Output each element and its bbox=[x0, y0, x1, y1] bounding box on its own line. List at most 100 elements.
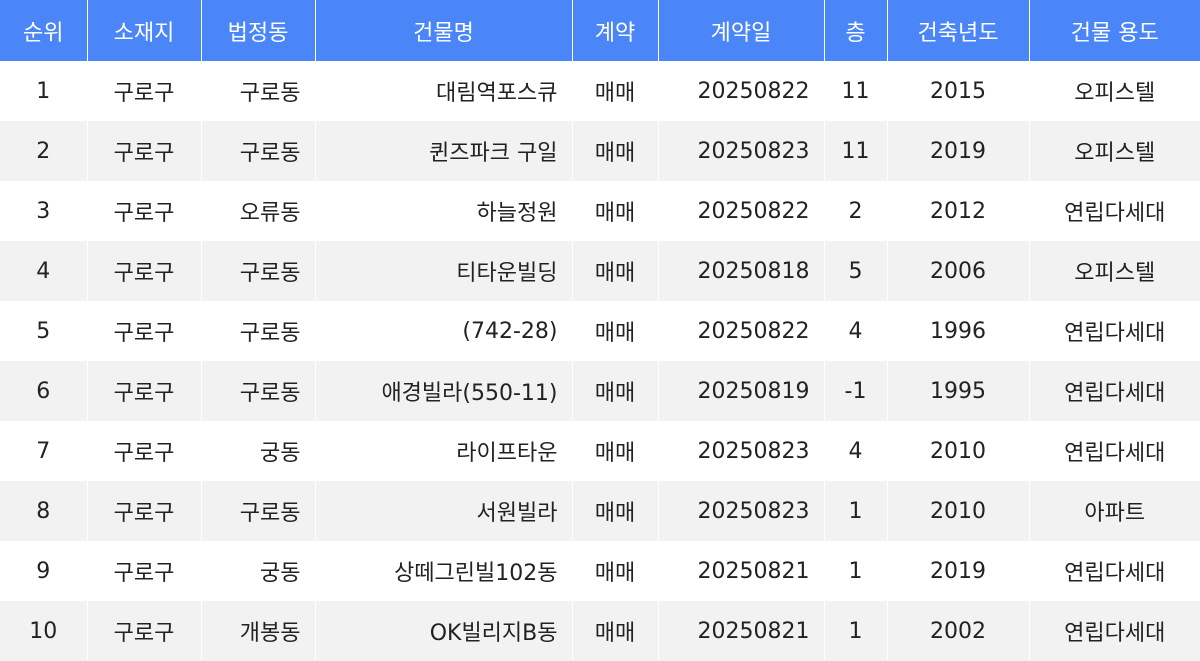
cell-legal-dong: 궁동 bbox=[201, 421, 316, 481]
cell-contract-date: 20250821 bbox=[658, 541, 825, 601]
header-contract: 계약 bbox=[572, 0, 659, 61]
cell-building-name: OK빌리지B동 bbox=[315, 601, 573, 661]
cell-building-use: 연립다세대 bbox=[1029, 181, 1200, 241]
cell-contract: 매매 bbox=[572, 241, 659, 301]
cell-location: 구로구 bbox=[87, 301, 202, 361]
cell-contract-date: 20250819 bbox=[658, 361, 825, 421]
cell-rank: 2 bbox=[0, 121, 88, 181]
cell-building-use: 연립다세대 bbox=[1029, 301, 1200, 361]
table-row: 3 구로구 오류동 하늘정원 매매 20250822 2 2012 연립다세대 bbox=[0, 181, 1200, 241]
cell-contract-date: 20250818 bbox=[658, 241, 825, 301]
cell-location: 구로구 bbox=[87, 421, 202, 481]
cell-build-year: 2010 bbox=[887, 481, 1030, 541]
cell-building-name: 서원빌라 bbox=[315, 481, 573, 541]
cell-building-name: 티타운빌딩 bbox=[315, 241, 573, 301]
cell-building-name: 애경빌라(550-11) bbox=[315, 361, 573, 421]
cell-rank: 9 bbox=[0, 541, 88, 601]
header-build-year: 건축년도 bbox=[887, 0, 1030, 61]
cell-contract: 매매 bbox=[572, 601, 659, 661]
cell-contract: 매매 bbox=[572, 61, 659, 121]
cell-build-year: 2015 bbox=[887, 61, 1030, 121]
cell-building-name: 대림역포스큐 bbox=[315, 61, 573, 121]
cell-build-year: 1995 bbox=[887, 361, 1030, 421]
cell-location: 구로구 bbox=[87, 181, 202, 241]
cell-legal-dong: 오류동 bbox=[201, 181, 316, 241]
cell-building-use: 오피스텔 bbox=[1029, 61, 1200, 121]
cell-legal-dong: 구로동 bbox=[201, 481, 316, 541]
cell-contract-date: 20250823 bbox=[658, 421, 825, 481]
cell-contract-date: 20250823 bbox=[658, 121, 825, 181]
table-row: 2 구로구 구로동 퀸즈파크 구일 매매 20250823 11 2019 오피스텔 bbox=[0, 121, 1200, 181]
cell-floor: 5 bbox=[824, 241, 888, 301]
cell-floor: 2 bbox=[824, 181, 888, 241]
cell-contract: 매매 bbox=[572, 361, 659, 421]
cell-building-use: 오피스텔 bbox=[1029, 121, 1200, 181]
cell-building-use: 연립다세대 bbox=[1029, 541, 1200, 601]
header-floor: 층 bbox=[824, 0, 888, 61]
cell-build-year: 2006 bbox=[887, 241, 1030, 301]
cell-building-name: (742-28) bbox=[315, 301, 573, 361]
cell-contract: 매매 bbox=[572, 541, 659, 601]
cell-floor: 1 bbox=[824, 541, 888, 601]
cell-contract: 매매 bbox=[572, 181, 659, 241]
table-row: 1 구로구 구로동 대림역포스큐 매매 20250822 11 2015 오피스텔 bbox=[0, 61, 1200, 121]
cell-legal-dong: 구로동 bbox=[201, 61, 316, 121]
table-row: 7 구로구 궁동 라이프타운 매매 20250823 4 2010 연립다세대 bbox=[0, 421, 1200, 481]
cell-build-year: 2012 bbox=[887, 181, 1030, 241]
cell-contract-date: 20250822 bbox=[658, 181, 825, 241]
table-row: 4 구로구 구로동 티타운빌딩 매매 20250818 5 2006 오피스텔 bbox=[0, 241, 1200, 301]
cell-location: 구로구 bbox=[87, 61, 202, 121]
cell-building-use: 연립다세대 bbox=[1029, 421, 1200, 481]
cell-location: 구로구 bbox=[87, 481, 202, 541]
header-contract-date: 계약일 bbox=[658, 0, 825, 61]
cell-contract-date: 20250823 bbox=[658, 481, 825, 541]
cell-location: 구로구 bbox=[87, 361, 202, 421]
cell-floor: 11 bbox=[824, 61, 888, 121]
cell-location: 구로구 bbox=[87, 541, 202, 601]
cell-location: 구로구 bbox=[87, 601, 202, 661]
cell-rank: 7 bbox=[0, 421, 88, 481]
cell-rank: 6 bbox=[0, 361, 88, 421]
cell-building-name: 상떼그린빌102동 bbox=[315, 541, 573, 601]
cell-build-year: 2019 bbox=[887, 541, 1030, 601]
cell-building-name: 퀸즈파크 구일 bbox=[315, 121, 573, 181]
cell-floor: 4 bbox=[824, 421, 888, 481]
cell-legal-dong: 구로동 bbox=[201, 361, 316, 421]
table-row: 9 구로구 궁동 상떼그린빌102동 매매 20250821 1 2019 연립다세대 bbox=[0, 541, 1200, 601]
cell-rank: 8 bbox=[0, 481, 88, 541]
cell-legal-dong: 궁동 bbox=[201, 541, 316, 601]
cell-rank: 5 bbox=[0, 301, 88, 361]
cell-rank: 3 bbox=[0, 181, 88, 241]
cell-building-name: 하늘정원 bbox=[315, 181, 573, 241]
cell-build-year: 2019 bbox=[887, 121, 1030, 181]
table-row: 6 구로구 구로동 애경빌라(550-11) 매매 20250819 -1 1995 연립다세대 bbox=[0, 361, 1200, 421]
cell-contract-date: 20250821 bbox=[658, 601, 825, 661]
cell-build-year: 1996 bbox=[887, 301, 1030, 361]
cell-location: 구로구 bbox=[87, 241, 202, 301]
cell-contract: 매매 bbox=[572, 481, 659, 541]
cell-build-year: 2002 bbox=[887, 601, 1030, 661]
cell-contract: 매매 bbox=[572, 121, 659, 181]
cell-build-year: 2010 bbox=[887, 421, 1030, 481]
cell-floor: 1 bbox=[824, 601, 888, 661]
table-header-row: 순위 소재지 법정동 건물명 계약 계약일 층 건축년도 건물 용도 bbox=[0, 0, 1200, 61]
cell-building-use: 오피스텔 bbox=[1029, 241, 1200, 301]
header-location: 소재지 bbox=[87, 0, 202, 61]
cell-rank: 1 bbox=[0, 61, 88, 121]
cell-legal-dong: 개봉동 bbox=[201, 601, 316, 661]
header-building-name: 건물명 bbox=[315, 0, 573, 61]
table-row: 8 구로구 구로동 서원빌라 매매 20250823 1 2010 아파트 bbox=[0, 481, 1200, 541]
cell-rank: 4 bbox=[0, 241, 88, 301]
table-row: 10 구로구 개봉동 OK빌리지B동 매매 20250821 1 2002 연립다세대 bbox=[0, 601, 1200, 661]
transactions-table: 순위 소재지 법정동 건물명 계약 계약일 층 건축년도 건물 용도 1 구로구 구… bbox=[0, 0, 1200, 661]
cell-building-use: 연립다세대 bbox=[1029, 361, 1200, 421]
cell-floor: 4 bbox=[824, 301, 888, 361]
cell-legal-dong: 구로동 bbox=[201, 301, 316, 361]
cell-contract: 매매 bbox=[572, 421, 659, 481]
cell-legal-dong: 구로동 bbox=[201, 121, 316, 181]
cell-contract-date: 20250822 bbox=[658, 301, 825, 361]
cell-building-name: 라이프타운 bbox=[315, 421, 573, 481]
header-rank: 순위 bbox=[0, 0, 88, 61]
cell-location: 구로구 bbox=[87, 121, 202, 181]
cell-floor: -1 bbox=[824, 361, 888, 421]
